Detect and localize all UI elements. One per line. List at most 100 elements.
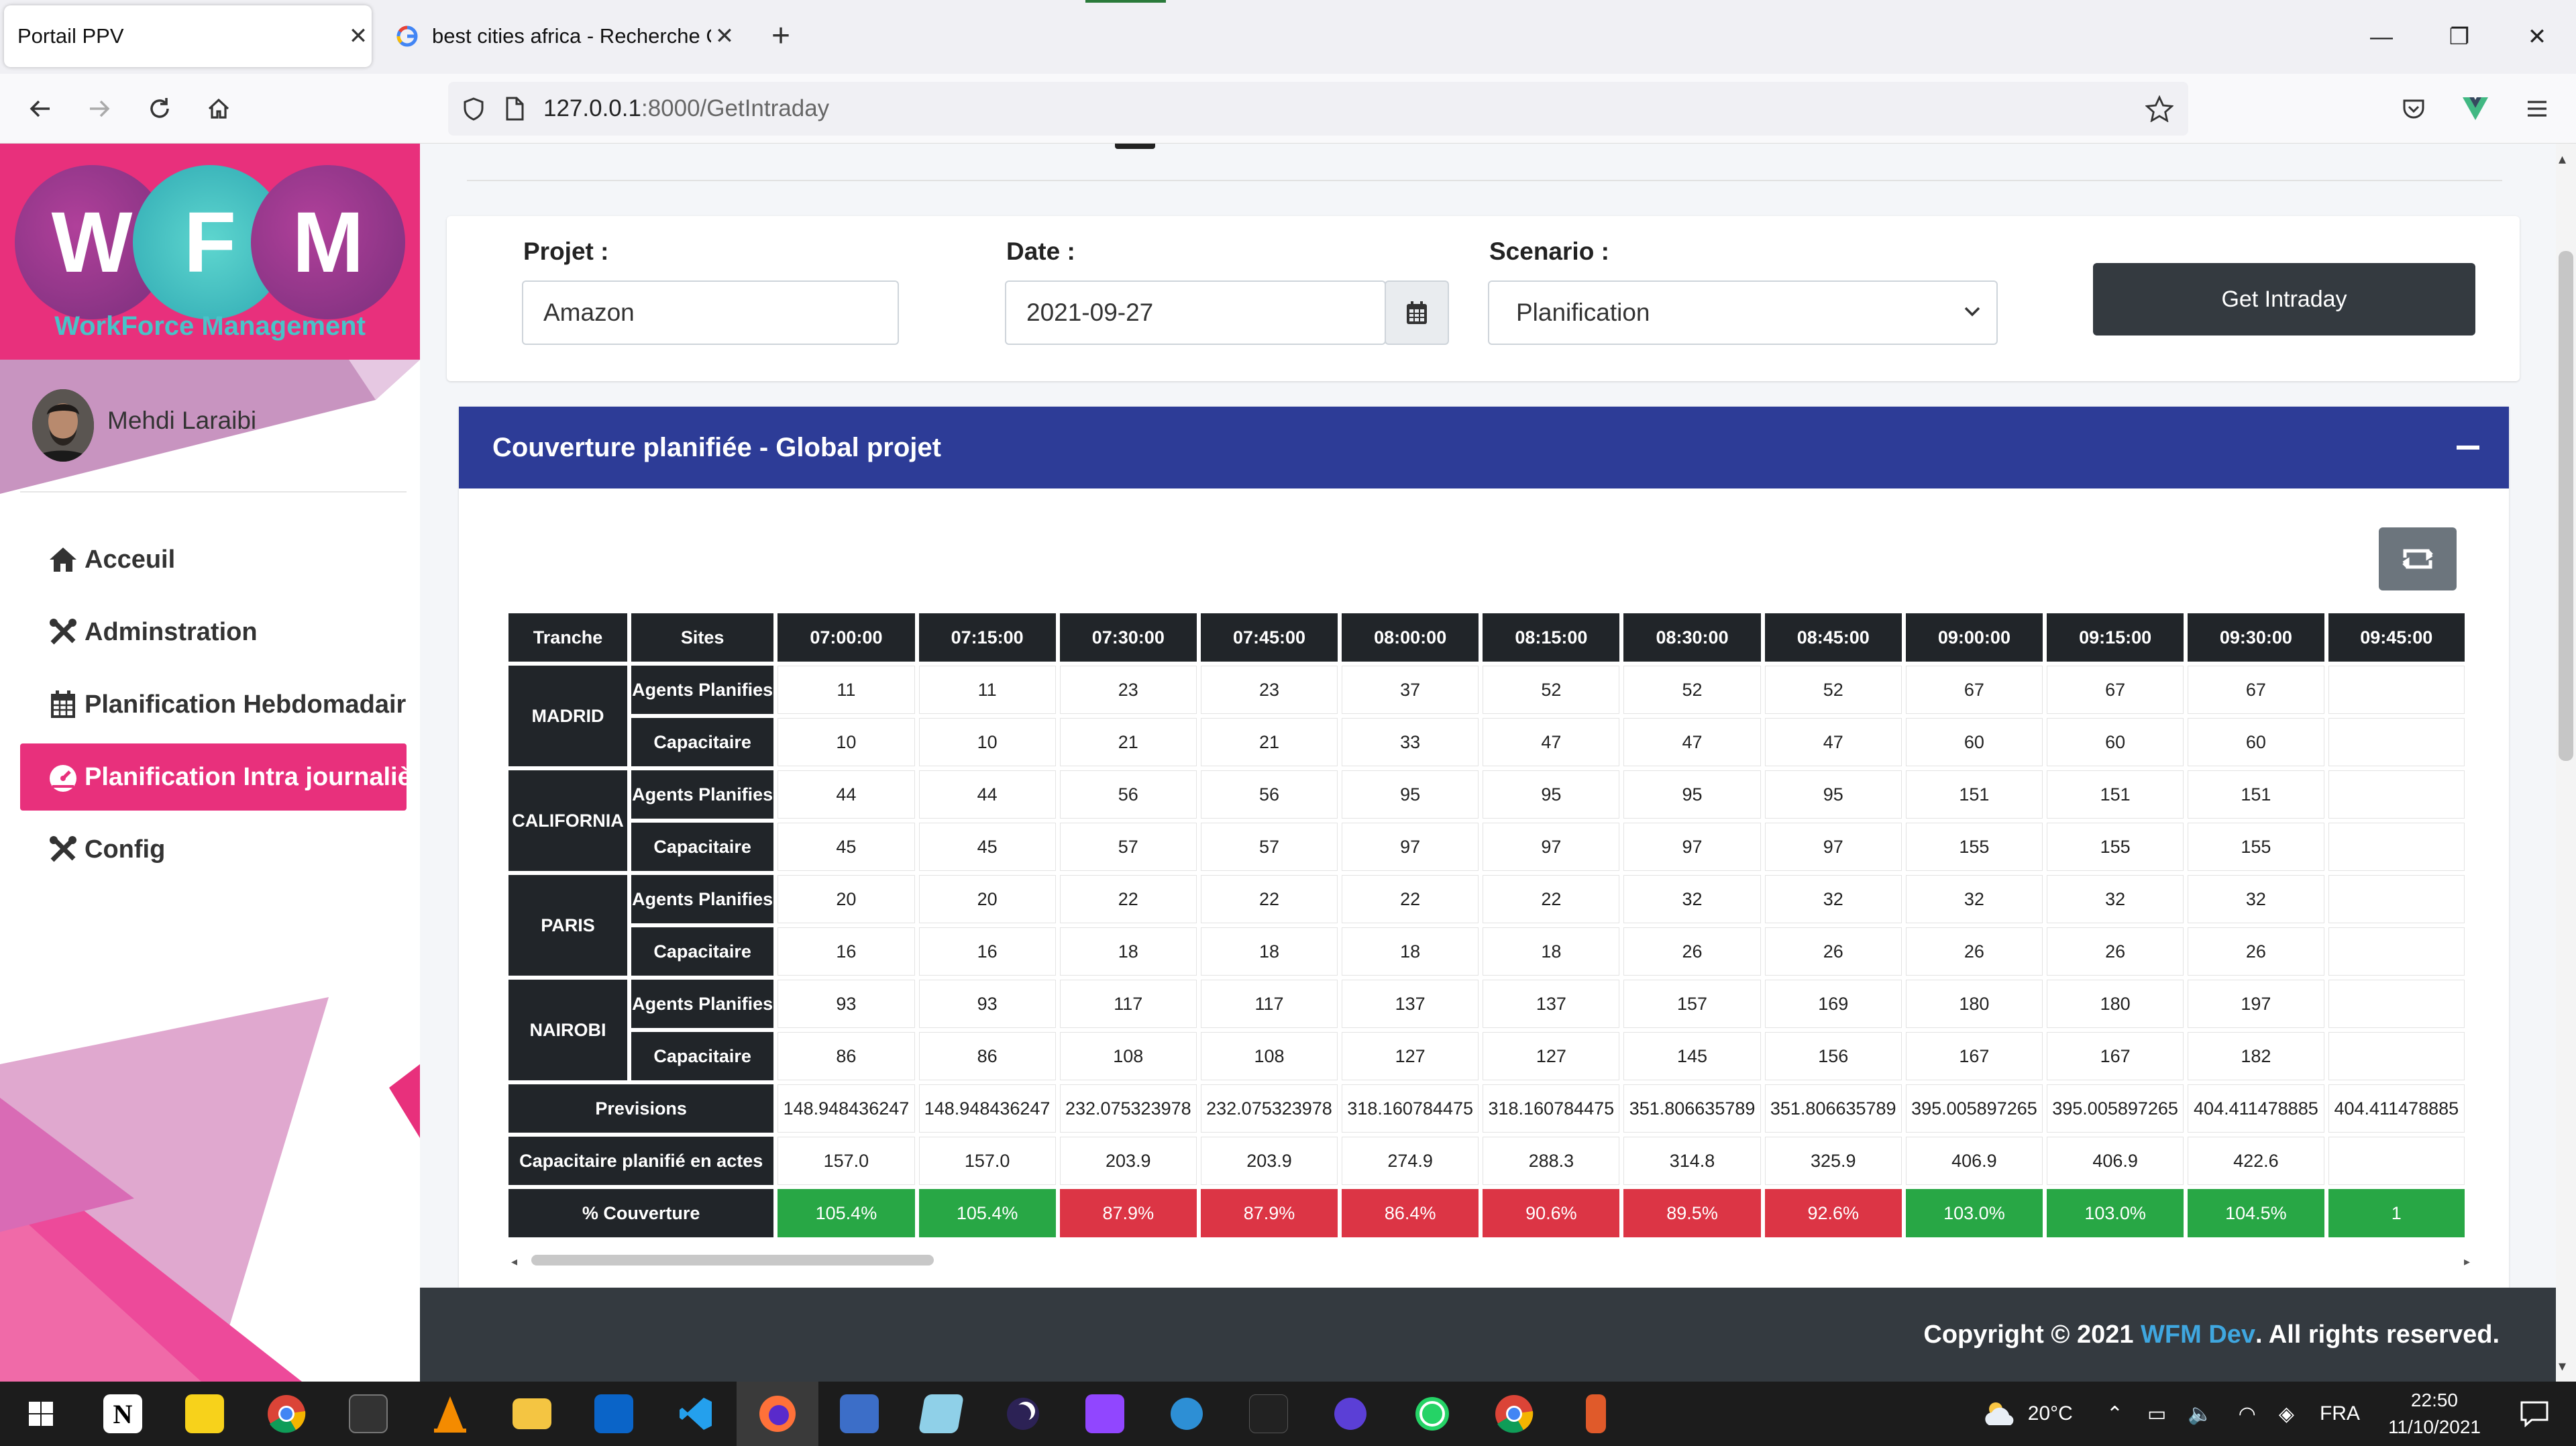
scroll-right-icon[interactable]: ▸ [2464,1255,2470,1269]
date-input[interactable]: 2021-09-27 [1005,280,1386,345]
projet-input[interactable]: Amazon [522,280,899,345]
table-cell: 37 [1342,666,1479,714]
battery-icon[interactable]: ▭ [2147,1402,2166,1426]
volume-icon[interactable]: 🔈 [2188,1402,2212,1426]
get-intraday-button[interactable]: Get Intraday [2093,263,2475,335]
row-label: % Couverture [508,1189,774,1237]
tool-app-icon[interactable] [1555,1382,1637,1446]
scrollbar-thumb[interactable] [531,1255,934,1266]
vue-devtools-icon[interactable] [2458,91,2493,126]
coverage-ok-cell: 105.4% [918,1189,1056,1237]
outlook-icon[interactable] [573,1382,655,1446]
eclipse-icon[interactable] [982,1382,1064,1446]
twitch-icon[interactable] [1064,1382,1146,1446]
user-panel[interactable]: Mehdi Laraibi [0,360,420,494]
notion-icon[interactable]: N [82,1382,164,1446]
reload-icon[interactable] [142,91,177,126]
scenario-select[interactable]: Planification [1488,280,1998,345]
terminal-icon[interactable] [327,1382,409,1446]
scrollbar-thumb[interactable] [2559,251,2573,761]
close-window-icon[interactable]: ✕ [2498,0,2576,74]
footer-brand-link[interactable]: WFM Dev [2141,1321,2255,1349]
new-tab-icon[interactable]: + [771,17,790,55]
iptv-icon[interactable] [1309,1382,1391,1446]
sidebar-item-config[interactable]: Config [20,816,407,883]
table-cell: 117 [1200,980,1338,1028]
home-icon[interactable] [201,91,236,126]
security-icon[interactable]: ◈ [2279,1402,2294,1426]
table-cell: 395.005897265 [2047,1084,2184,1133]
scroll-left-icon[interactable]: ◂ [511,1255,517,1269]
weather-temp[interactable]: 20°C [2028,1402,2073,1425]
horizontal-scrollbar[interactable]: ◂ ▸ [508,1253,2473,1269]
date-picker-button[interactable] [1385,280,1449,345]
chevron-up-icon[interactable]: ⌃ [2106,1402,2123,1426]
table-cell: 97 [1483,823,1620,871]
back-icon[interactable] [23,91,58,126]
table-cell: 182 [2188,1032,2324,1080]
table-row: Capacitaire 86 86 108 108 127 127 145 156 167 167 1… [508,1032,2465,1080]
table-cell: 52 [1483,666,1620,714]
header-time-slot: 08:15:00 [1483,613,1620,662]
table-cell: 108 [1200,1032,1338,1080]
close-tab-icon[interactable]: ✕ [711,23,738,50]
sidebar-item-acceuil[interactable]: Acceuil [20,526,407,593]
minimize-icon[interactable]: — [2343,0,2420,74]
app-icon-dark[interactable] [1228,1382,1309,1446]
swap-view-button[interactable] [2379,527,2457,590]
restore-icon[interactable]: ❐ [2420,0,2498,74]
tab-portail-ppv[interactable]: Portail PPV ✕ [4,5,372,67]
sidebar-item-adminstration[interactable]: Adminstration [20,599,407,666]
forward-icon[interactable] [82,91,117,126]
wifi-icon[interactable]: ◠ [2239,1402,2256,1426]
table-cell: 21 [1200,718,1338,766]
tools-icon [47,616,79,648]
table-cell: 151 [1905,770,2043,819]
sticky-notes-icon[interactable] [164,1382,246,1446]
table-cell: 86 [777,1032,915,1080]
app-icon-blue[interactable] [1146,1382,1228,1446]
filter-card: Projet : Amazon Date : 2021-09-27 Scenar… [447,216,2520,381]
card-header: Couverture planifiée - Global projet [459,407,2509,488]
file-explorer-icon[interactable] [491,1382,573,1446]
table-cell: 127 [1483,1032,1620,1080]
menu-icon[interactable] [2520,91,2555,126]
brand-logo[interactable]: W F M WorkForce Management [0,144,420,360]
intraday-table-scroll[interactable]: Tranche Sites 07:00:00 07:15:00 07:30:00 07… [508,613,2473,1244]
table-cell: 95 [1483,770,1620,819]
scroll-up-icon[interactable]: ▴ [2559,150,2566,168]
chrome-profile-icon[interactable] [1473,1382,1555,1446]
firefox-icon[interactable] [737,1382,818,1446]
table-cell: 23 [1200,666,1338,714]
shield-icon[interactable] [460,95,487,122]
notification-icon[interactable] [2520,1400,2549,1427]
close-tab-icon[interactable]: ✕ [345,23,372,50]
table-cell: 56 [1200,770,1338,819]
collapse-icon[interactable] [2457,446,2479,450]
vscode-icon[interactable] [655,1382,737,1446]
pocket-icon[interactable] [2396,91,2431,126]
chrome-icon[interactable] [246,1382,327,1446]
table-cell: 232.075323978 [1059,1084,1197,1133]
sidebar-item-planification-intra-journaliere[interactable]: Planification Intra journalière [20,743,407,811]
vertical-scrollbar[interactable]: ▴ ▾ [2556,144,2576,1382]
header-sites: Sites [631,613,774,662]
weather-icon[interactable] [1982,1400,2019,1428]
language-indicator[interactable]: FRA [2320,1402,2360,1425]
sidebar-item-planification-hebdomadaire[interactable]: Planification Hebdomadaire [20,671,407,738]
scroll-down-icon[interactable]: ▾ [2559,1357,2566,1375]
table-cell: 97 [1623,823,1761,871]
whatsapp-icon[interactable] [1391,1382,1473,1446]
vlc-icon[interactable] [409,1382,491,1446]
address-bar[interactable]: 127.0.0.1:8000/GetIntraday [448,82,2188,136]
table-cell: 56 [1059,770,1197,819]
brand-subtitle: WorkForce Management [54,311,366,341]
couverture-row: % Couverture 105.4% 105.4% 87.9% 87.9% 86.4% 9… [508,1189,2465,1237]
tab-google-search[interactable]: best cities africa - Recherche Go ✕ [389,5,738,67]
notepad-icon[interactable] [900,1382,982,1446]
table-row: Capacitaire 45 45 57 57 97 97 97 97 155 155 155 [508,823,2465,871]
windows-start-icon[interactable] [0,1382,82,1446]
network-app-icon[interactable] [818,1382,900,1446]
bookmark-star-icon[interactable] [2145,95,2174,122]
clock[interactable]: 22:50 11/10/2021 [2388,1387,2481,1441]
